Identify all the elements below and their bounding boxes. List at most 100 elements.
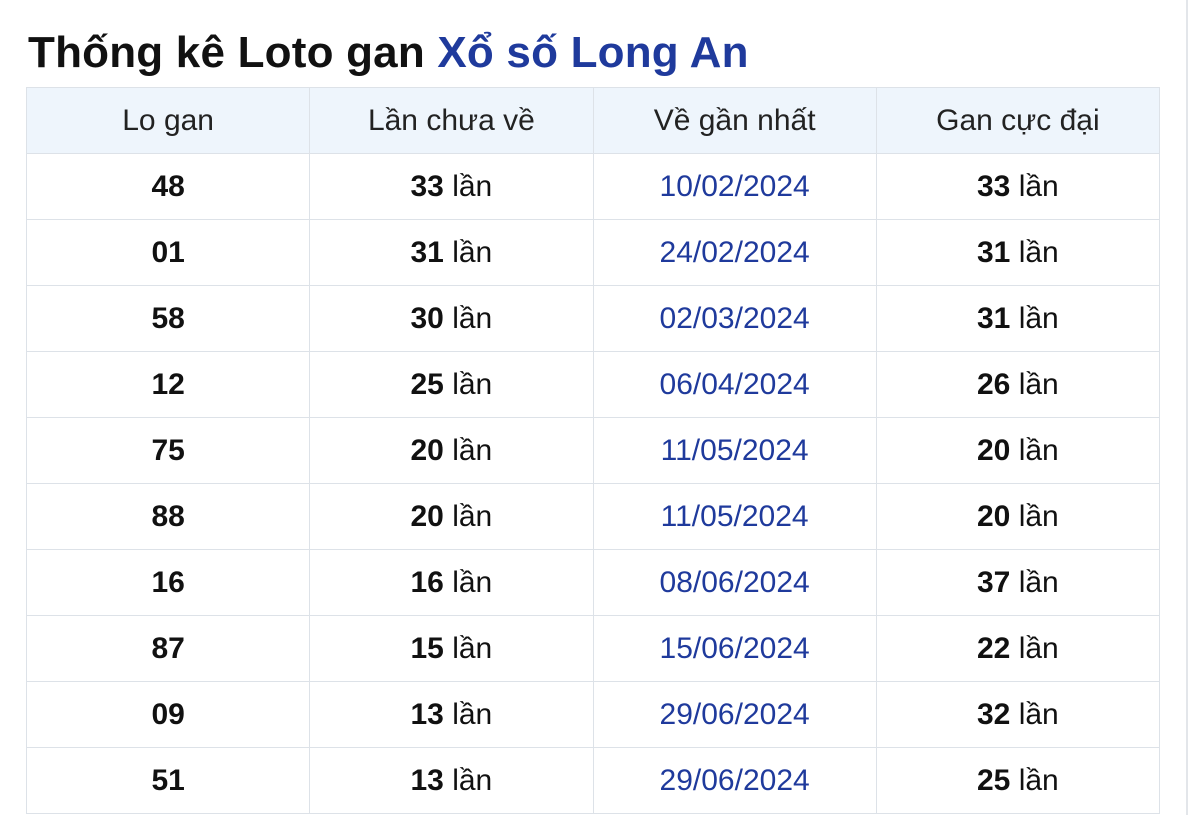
table-row: 51 13 lần 29/06/2024 25 lần: [25, 747, 1161, 814]
missed-count-value: 16: [410, 565, 444, 599]
missed-count-unit: lần: [452, 235, 493, 269]
max-gap-value: 31: [976, 301, 1011, 335]
max-gap-unit: lần: [1018, 631, 1059, 665]
max-gap-value: 32: [976, 697, 1011, 731]
last-seen-date[interactable]: 29/06/2024: [592, 681, 877, 748]
last-seen-date[interactable]: 11/05/2024: [592, 483, 877, 550]
table-row: 09 13 lần 29/06/2024 32 lần: [25, 681, 1161, 748]
header-last-seen: Về gần nhất: [592, 87, 877, 154]
max-gap-cell: 31 lần: [875, 219, 1161, 286]
max-gap-unit: lần: [1018, 697, 1059, 731]
table-body: 48 33 lần 10/02/2024 33 lần 01 31 lần 24/02/20…: [25, 153, 1161, 814]
missed-count-cell: 13 lần: [309, 681, 594, 748]
max-gap-value: 37: [976, 565, 1011, 599]
missed-count-value: 31: [410, 235, 444, 269]
max-gap-cell: 20 lần: [875, 483, 1161, 550]
title-prefix: Thống kê Loto gan: [28, 28, 438, 77]
table-header: Lo gan Lần chưa về Về gần nhất Gan cực đ…: [25, 87, 1161, 154]
missed-count-cell: 31 lần: [309, 219, 594, 286]
missed-count-unit: lần: [452, 763, 493, 797]
max-gap-unit: lần: [1018, 763, 1059, 797]
table-row: 01 31 lần 24/02/2024 31 lần: [25, 219, 1161, 286]
missed-count-unit: lần: [452, 367, 493, 401]
max-gap-value: 33: [976, 169, 1011, 203]
table-row: 58 30 lần 02/03/2024 31 lần: [25, 285, 1161, 352]
header-missed-count: Lần chưa về: [309, 87, 594, 154]
max-gap-unit: lần: [1018, 499, 1059, 533]
header-row: Lo gan Lần chưa về Về gần nhất Gan cực đ…: [25, 87, 1161, 154]
table-row: 88 20 lần 11/05/2024 20 lần: [25, 483, 1161, 550]
last-seen-date[interactable]: 02/03/2024: [592, 285, 877, 352]
missed-count-unit: lần: [452, 697, 493, 731]
last-seen-date[interactable]: 11/05/2024: [592, 417, 877, 484]
last-seen-date[interactable]: 24/02/2024: [592, 219, 877, 286]
missed-count-value: 15: [410, 631, 444, 665]
missed-count-value: 13: [410, 763, 444, 797]
missed-count-value: 25: [410, 367, 444, 401]
lo-number: 16: [25, 549, 311, 616]
last-seen-date[interactable]: 29/06/2024: [592, 747, 877, 814]
max-gap-unit: lần: [1018, 169, 1059, 203]
max-gap-value: 22: [976, 631, 1011, 665]
missed-count-cell: 20 lần: [309, 417, 594, 484]
missed-count-unit: lần: [452, 565, 493, 599]
missed-count-cell: 13 lần: [309, 747, 594, 814]
max-gap-value: 31: [976, 235, 1011, 269]
max-gap-cell: 31 lần: [875, 285, 1161, 352]
table-row: 87 15 lần 15/06/2024 22 lần: [25, 615, 1161, 682]
max-gap-value: 25: [976, 763, 1011, 797]
max-gap-value: 20: [976, 433, 1011, 467]
max-gap-value: 20: [976, 499, 1011, 533]
table-row: 75 20 lần 11/05/2024 20 lần: [25, 417, 1161, 484]
max-gap-unit: lần: [1018, 235, 1059, 269]
max-gap-unit: lần: [1018, 433, 1059, 467]
max-gap-unit: lần: [1018, 565, 1059, 599]
last-seen-date[interactable]: 15/06/2024: [592, 615, 877, 682]
max-gap-cell: 22 lần: [875, 615, 1161, 682]
missed-count-cell: 15 lần: [309, 615, 594, 682]
missed-count-value: 13: [410, 697, 444, 731]
max-gap-unit: lần: [1018, 301, 1059, 335]
title-lottery-link[interactable]: Xổ số Long An: [437, 28, 748, 77]
loto-gan-table: Lo gan Lần chưa về Về gần nhất Gan cực đ…: [25, 87, 1161, 814]
lo-number: 51: [25, 747, 311, 814]
lo-number: 58: [25, 285, 311, 352]
missed-count-unit: lần: [452, 301, 493, 335]
max-gap-value: 26: [976, 367, 1011, 401]
missed-count-unit: lần: [452, 631, 493, 665]
missed-count-cell: 20 lần: [309, 483, 594, 550]
last-seen-date[interactable]: 10/02/2024: [592, 153, 877, 220]
missed-count-unit: lần: [452, 433, 493, 467]
table-row: 16 16 lần 08/06/2024 37 lần: [25, 549, 1161, 616]
missed-count-value: 20: [410, 433, 444, 467]
missed-count-cell: 25 lần: [309, 351, 594, 418]
max-gap-cell: 20 lần: [875, 417, 1161, 484]
header-lo-gan: Lo gan: [25, 87, 311, 154]
missed-count-cell: 33 lần: [309, 153, 594, 220]
missed-count-cell: 16 lần: [309, 549, 594, 616]
max-gap-cell: 26 lần: [875, 351, 1161, 418]
missed-count-cell: 30 lần: [309, 285, 594, 352]
missed-count-unit: lần: [452, 169, 493, 203]
table-row: 48 33 lần 10/02/2024 33 lần: [25, 153, 1161, 220]
page-border: [1186, 0, 1188, 815]
last-seen-date[interactable]: 08/06/2024: [592, 549, 877, 616]
lo-number: 48: [25, 153, 311, 220]
max-gap-cell: 37 lần: [875, 549, 1161, 616]
lo-number: 88: [25, 483, 311, 550]
lo-number: 87: [25, 615, 311, 682]
max-gap-cell: 32 lần: [875, 681, 1161, 748]
last-seen-date[interactable]: 06/04/2024: [592, 351, 877, 418]
table-row: 12 25 lần 06/04/2024 26 lần: [25, 351, 1161, 418]
missed-count-value: 20: [410, 499, 444, 533]
max-gap-unit: lần: [1018, 367, 1059, 401]
lo-number: 12: [25, 351, 311, 418]
missed-count-value: 30: [410, 301, 444, 335]
lo-number: 01: [25, 219, 311, 286]
max-gap-cell: 25 lần: [875, 747, 1161, 814]
page-title: Thống kê Loto gan Xổ số Long An: [28, 24, 749, 82]
lo-number: 09: [25, 681, 311, 748]
header-max-gap: Gan cực đại: [875, 87, 1161, 154]
missed-count-unit: lần: [452, 499, 493, 533]
lo-number: 75: [25, 417, 311, 484]
